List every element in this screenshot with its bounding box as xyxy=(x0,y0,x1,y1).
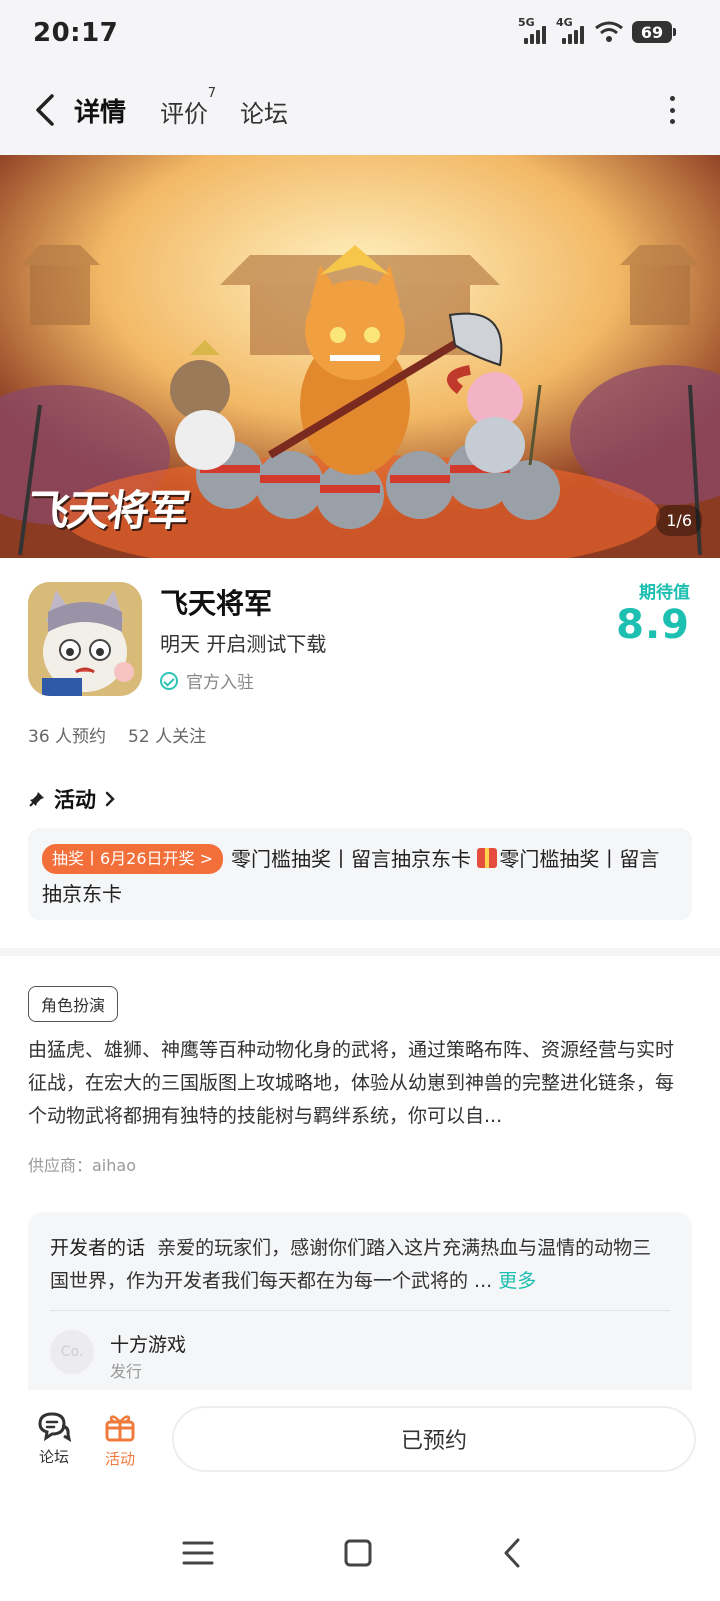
official-label: 官方入驻 xyxy=(186,673,254,693)
chevron-right-icon xyxy=(105,791,115,807)
developer-notes-card[interactable]: 开发者的话 亲爱的玩家们，感谢你们踏入这片充满热血与温情的动物三国世界，作为开发… xyxy=(28,1212,692,1402)
official-badge: 官方入驻 xyxy=(160,668,254,693)
system-nav-bar xyxy=(0,1505,720,1601)
publisher-avatar[interactable]: Co. xyxy=(50,1330,94,1374)
developer-notes-title: 开发者的话 xyxy=(50,1237,146,1259)
more-options-icon[interactable] xyxy=(664,96,680,124)
menu-icon[interactable] xyxy=(178,1533,218,1573)
tab-details[interactable]: 详情 xyxy=(70,92,132,137)
activity-card[interactable]: 抽奖丨6月26日开奖 > 零门槛抽奖丨留言抽京东卡 零门槛抽奖丨留言抽京东卡 xyxy=(28,828,692,920)
section-divider xyxy=(0,948,720,956)
pin-icon xyxy=(29,792,44,807)
tab-reviews-label: 评价 xyxy=(160,100,208,128)
activity-label: 活动 xyxy=(104,1450,135,1468)
gift-box-icon xyxy=(105,1415,135,1442)
status-bar: 20:17 5G 4G 69 xyxy=(0,0,720,70)
tab-forum[interactable]: 论坛 xyxy=(240,94,288,129)
expectation-label: 期待值 xyxy=(639,583,690,603)
publisher-name[interactable]: 十方游戏 xyxy=(110,1330,186,1357)
expectation-score: 8.9 xyxy=(616,602,690,648)
home-icon[interactable] xyxy=(338,1533,378,1573)
wifi-icon xyxy=(595,21,623,42)
more-link[interactable]: 更多 xyxy=(498,1270,536,1292)
activity-button[interactable]: 活动 xyxy=(90,1410,150,1469)
tab-reviews[interactable]: 评价 7 xyxy=(160,86,216,129)
back-nav-icon[interactable] xyxy=(494,1533,534,1573)
developer-notes: 开发者的话 亲爱的玩家们，感谢你们踏入这片充满热血与温情的动物三国世界，作为开发… xyxy=(50,1232,670,1298)
verified-check-icon xyxy=(160,671,178,690)
card-divider xyxy=(50,1310,670,1311)
tab-forum-label: 论坛 xyxy=(240,100,288,128)
lottery-tag[interactable]: 抽奖丨6月26日开奖 > xyxy=(42,844,224,874)
signal-4g-icon: 4G xyxy=(556,16,586,44)
activity-heading: 活动 xyxy=(54,788,96,812)
supplier-info: 供应商：aihao xyxy=(28,1156,136,1175)
carousel-counter: 1/6 xyxy=(656,505,702,536)
app-name: 飞天将军 xyxy=(160,587,273,620)
bottom-action-bar: 论坛 活动 已预约 xyxy=(0,1390,720,1505)
reservation-count: 36 人预约 xyxy=(28,727,107,747)
app-release-info: 明天 开启测试下载 xyxy=(160,632,327,656)
tab-details-label: 详情 xyxy=(74,98,127,128)
status-time: 20:17 xyxy=(33,18,119,48)
reserved-button[interactable]: 已预约 xyxy=(172,1406,696,1472)
banner-game-logo: 飞天将军 xyxy=(24,486,192,535)
app-icon xyxy=(28,582,142,696)
activity-text: 零门槛抽奖丨留言抽京东卡 xyxy=(231,847,472,871)
activity-section-header[interactable]: 活动 xyxy=(28,784,116,814)
tab-active-indicator xyxy=(70,127,132,137)
signal-5g-icon: 5G xyxy=(518,16,548,44)
back-arrow-icon[interactable] xyxy=(28,90,64,130)
app-stats: 36 人预约 52 人关注 xyxy=(28,722,206,747)
publisher-role: 发行 xyxy=(110,1362,143,1381)
gift-icon xyxy=(477,848,498,868)
forum-label: 论坛 xyxy=(38,1448,69,1466)
review-count-badge: 7 xyxy=(207,86,216,101)
follower-count: 52 人关注 xyxy=(128,727,207,747)
status-icons: 5G 4G 69 xyxy=(518,16,676,44)
forum-button[interactable]: 论坛 xyxy=(24,1410,84,1467)
genre-tag[interactable]: 角色扮演 xyxy=(28,986,119,1022)
nav-bar: 详情 评价 7 论坛 xyxy=(0,70,720,155)
forum-chat-icon xyxy=(38,1412,72,1442)
game-description[interactable]: 由猛虎、雄狮、神鹰等百种动物化身的武将，通过策略布阵、资源经营与实时征战，在宏大… xyxy=(28,1034,692,1133)
game-banner-carousel[interactable]: 飞天将军 1/6 xyxy=(0,155,720,558)
battery-icon: 69 xyxy=(632,21,676,43)
